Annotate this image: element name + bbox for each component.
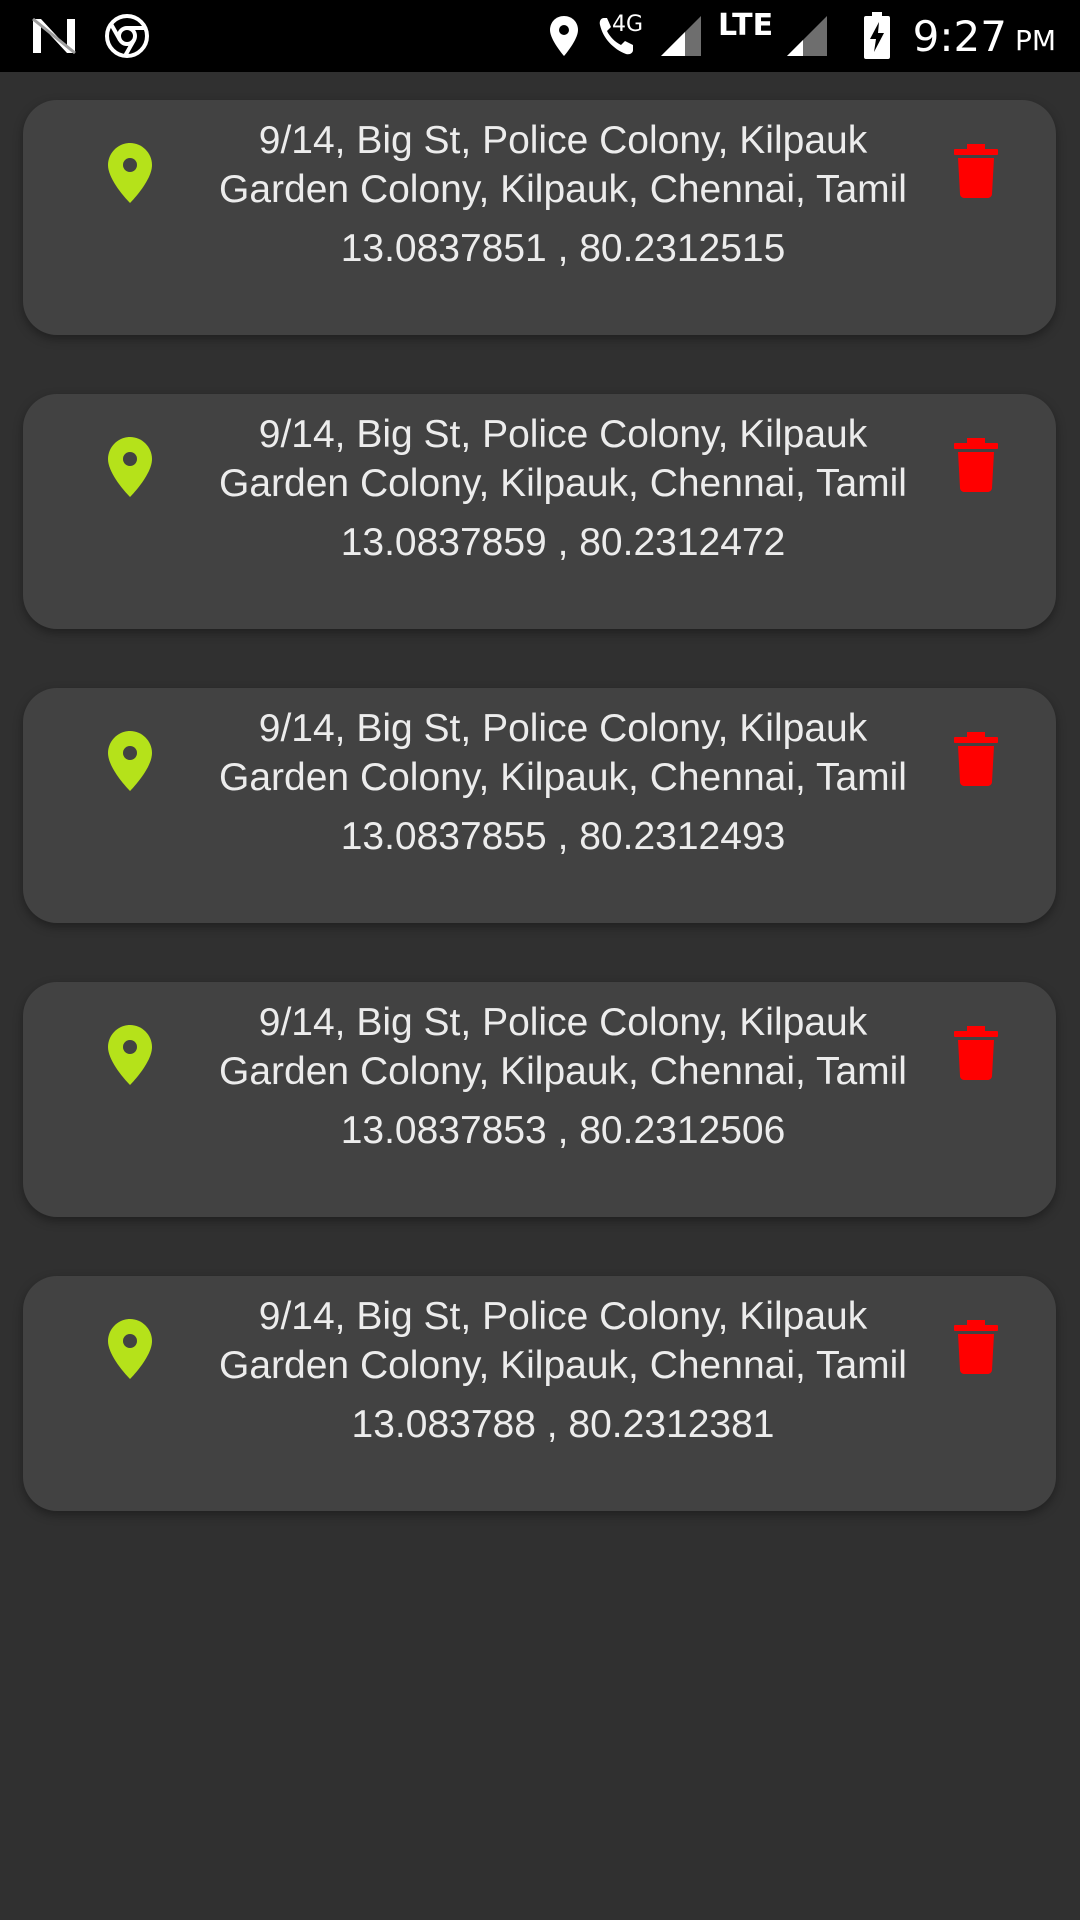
- location-pin-icon: [108, 1319, 152, 1379]
- status-clock: 9:27 PM: [913, 0, 1056, 72]
- clock-time: 9:27: [912, 11, 1007, 61]
- location-pin-icon: [108, 143, 152, 203]
- address-line-2: Garden Colony, Kilpauk, Chennai, Tamil: [219, 462, 907, 505]
- location-card[interactable]: 9/14, Big St, Police Colony, Kilpauk Gar…: [23, 394, 1056, 629]
- location-coordinates: 13.083788 , 80.2312381: [351, 1403, 775, 1446]
- location-card[interactable]: 9/14, Big St, Police Colony, Kilpauk Gar…: [23, 1276, 1056, 1511]
- battery-charging-icon: [860, 0, 894, 72]
- location-card[interactable]: 9/14, Big St, Police Colony, Kilpauk Gar…: [23, 982, 1056, 1217]
- address-line-2: Garden Colony, Kilpauk, Chennai, Tamil: [219, 756, 907, 799]
- location-coordinates: 13.0837851 , 80.2312515: [340, 227, 786, 270]
- delete-icon[interactable]: [953, 438, 999, 492]
- location-card[interactable]: 9/14, Big St, Police Colony, Kilpauk Gar…: [23, 688, 1056, 923]
- location-pin-icon: [108, 731, 152, 791]
- location-coordinates: 13.0837859 , 80.2312472: [340, 521, 786, 564]
- location-address: 9/14, Big St, Police Colony, Kilpauk Gar…: [173, 410, 953, 508]
- clock-ampm: PM: [1014, 23, 1056, 57]
- location-address: 9/14, Big St, Police Colony, Kilpauk Gar…: [173, 116, 953, 214]
- status-bar: 4G LTE 9:27 PM: [0, 0, 1080, 72]
- address-line-2: Garden Colony, Kilpauk, Chennai, Tamil: [219, 1050, 907, 1093]
- signal-icon: [658, 0, 704, 72]
- delete-icon[interactable]: [953, 1320, 999, 1374]
- location-address: 9/14, Big St, Police Colony, Kilpauk Gar…: [173, 704, 953, 802]
- delete-icon[interactable]: [953, 732, 999, 786]
- address-line-1: 9/14, Big St, Police Colony, Kilpauk: [258, 707, 868, 750]
- delete-icon[interactable]: [953, 144, 999, 198]
- address-line-1: 9/14, Big St, Police Colony, Kilpauk: [258, 1001, 868, 1044]
- lte-label: LTE: [718, 8, 774, 43]
- location-address: 9/14, Big St, Police Colony, Kilpauk Gar…: [173, 998, 953, 1096]
- location-pin-icon: [108, 1025, 152, 1085]
- address-line-2: Garden Colony, Kilpauk, Chennai, Tamil: [219, 168, 907, 211]
- location-pin-icon: [108, 437, 152, 497]
- chrome-icon: [104, 0, 150, 72]
- address-line-1: 9/14, Big St, Police Colony, Kilpauk: [258, 1295, 868, 1338]
- location-coordinates: 13.0837855 , 80.2312493: [340, 815, 786, 858]
- address-line-2: Garden Colony, Kilpauk, Chennai, Tamil: [219, 1344, 907, 1387]
- address-line-1: 9/14, Big St, Police Colony, Kilpauk: [258, 119, 868, 162]
- location-card[interactable]: 9/14, Big St, Police Colony, Kilpauk Gar…: [23, 100, 1056, 335]
- n-notification-icon: [28, 0, 80, 72]
- location-coordinates: 13.0837853 , 80.2312506: [340, 1109, 786, 1152]
- network-type-label: 4G: [612, 12, 644, 37]
- location-icon: [546, 0, 582, 72]
- delete-icon[interactable]: [953, 1026, 999, 1080]
- location-address: 9/14, Big St, Police Colony, Kilpauk Gar…: [173, 1292, 953, 1390]
- address-line-1: 9/14, Big St, Police Colony, Kilpauk: [258, 413, 868, 456]
- lte-signal-icon: [784, 0, 830, 72]
